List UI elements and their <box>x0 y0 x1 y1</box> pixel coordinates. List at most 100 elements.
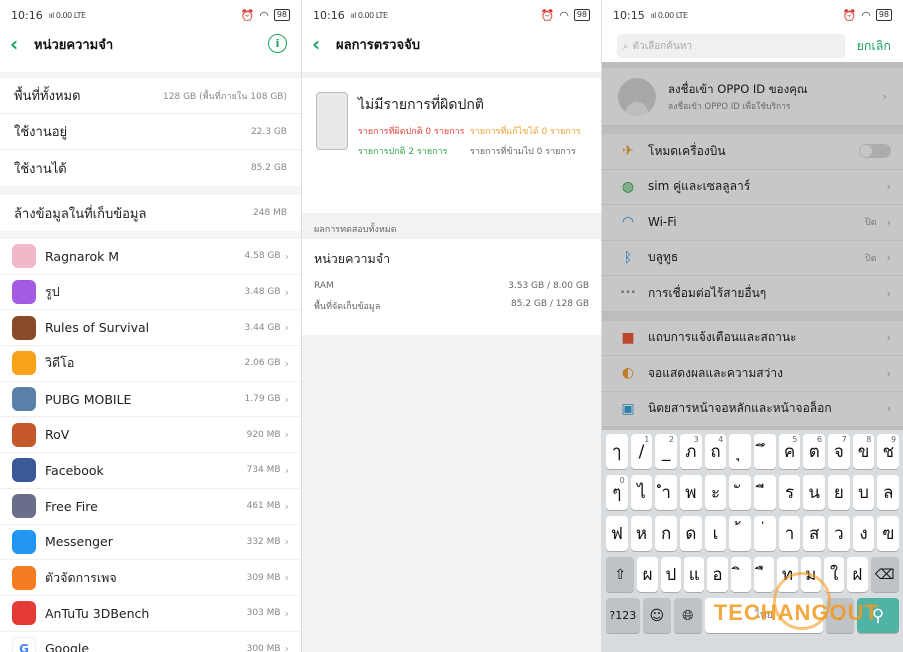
key[interactable]: _ 2 <box>655 434 678 469</box>
key[interactable]: ต6 <box>803 434 826 469</box>
page-title: หน่วยความจำ <box>34 37 114 53</box>
key[interactable]: ำ <box>655 475 678 510</box>
oppo-account-row[interactable]: ลงชื่อเข้า OPPO ID ของคุณ ลงชื่อเข้า OPP… <box>602 68 903 126</box>
key[interactable]: ค5 <box>778 434 801 469</box>
key[interactable]: ง <box>852 516 875 551</box>
app-row[interactable]: AnTuTu 3DBench 303 MB › <box>0 596 301 632</box>
key[interactable]: อ <box>707 557 728 592</box>
key[interactable]: ย <box>828 475 850 510</box>
app-icon <box>12 351 36 376</box>
key[interactable]: /1 <box>630 434 653 469</box>
key[interactable]: ด <box>680 516 702 551</box>
chevron-right-icon: › <box>284 499 289 513</box>
key[interactable]: ื <box>754 557 775 592</box>
key[interactable]: ฟ <box>606 516 628 551</box>
numbers-key[interactable]: ?123 <box>606 598 640 633</box>
key[interactable]: ๆ0 <box>606 475 628 510</box>
key[interactable]: ห <box>630 516 653 551</box>
key[interactable]: ฝ <box>847 557 868 592</box>
app-row[interactable]: Messenger 332 MB › <box>0 525 301 561</box>
storage-summary: พื้นที่ทั้งหมด 128 GB (พื้นที่ภายใน 108 … <box>0 78 301 186</box>
chevron-right-icon: › <box>886 402 891 416</box>
app-row[interactable]: PUBG MOBILE 1.79 GB › <box>0 382 301 418</box>
key[interactable]: ถ4 <box>704 434 727 469</box>
key[interactable]: แ <box>684 557 705 592</box>
key[interactable]: ึ <box>754 434 776 469</box>
key[interactable]: า <box>778 516 801 551</box>
app-name: Ragnarok M <box>45 248 120 264</box>
fixable-count: รายการที่แก้ไขได้ 0 รายการ <box>470 127 581 137</box>
settings-row[interactable]: ◍ sim คู่และเซลลูลาร์ › <box>602 170 903 205</box>
emoji-key[interactable]: ☺ <box>642 598 671 633</box>
settings-label: sim คู่และเซลลูลาร์ <box>648 179 751 194</box>
globe-key[interactable]: 🌐︎ <box>673 598 702 633</box>
key[interactable]: ภ3 <box>680 434 702 469</box>
key[interactable]: ี <box>754 475 776 510</box>
key-label: ก <box>661 524 672 544</box>
chevron-right-icon: › <box>284 535 289 549</box>
used-value: 22.3 GB <box>250 126 287 137</box>
app-row[interactable]: วิดีโอ 2.06 GB › <box>0 346 301 382</box>
key[interactable]: ไ <box>630 475 653 510</box>
app-row[interactable]: Free Fire 461 MB › <box>0 489 301 525</box>
search-placeholder: ตัวเลือกค้นหา <box>632 40 693 52</box>
app-row[interactable]: Facebook 734 MB › <box>0 453 301 489</box>
key[interactable]: ิ <box>730 557 751 592</box>
backspace-key[interactable]: ⌫ <box>870 557 899 592</box>
app-row[interactable]: Rules of Survival 3.44 GB › <box>0 310 301 347</box>
settings-label: แถบการแจ้งเตือนและสถานะ <box>648 330 797 345</box>
settings-row[interactable]: ✈ โหมดเครื่องบิน <box>602 134 903 170</box>
memory-result-card: หน่วยความจำ RAM 3.53 GB / 8.00 GB พื้นที… <box>302 239 601 335</box>
key[interactable]: ส <box>803 516 826 551</box>
key[interactable]: เ <box>704 516 727 551</box>
key[interactable]: น <box>803 475 826 510</box>
app-row[interactable]: Ragnarok M 4.58 GB › <box>0 239 301 275</box>
back-icon[interactable]: ‹ <box>10 34 32 54</box>
key[interactable]: ล <box>877 475 900 510</box>
search-input[interactable]: ⌕ ตัวเลือกค้นหา <box>617 34 845 58</box>
chevron-right-icon: › <box>886 366 891 380</box>
back-icon[interactable]: ‹ <box>312 34 334 54</box>
settings-row[interactable]: ▣ นิตยสารหน้าจอหลักและหน้าจอล็อก › <box>602 392 903 427</box>
app-row[interactable]: RoV 920 MB › <box>0 417 301 454</box>
abnormal-count: รายการที่ผิดปกติ 0 รายการ <box>358 127 465 137</box>
clean-storage-row[interactable]: ล้างข้อมูลในที่เก็บข้อมูล 248 MB <box>0 195 301 231</box>
key[interactable]: ้ <box>729 516 752 551</box>
key[interactable]: ก <box>655 516 678 551</box>
settings-row[interactable]: ■ แถบการแจ้งเตือนและสถานะ › <box>602 321 903 356</box>
key[interactable]: ฃ <box>877 516 900 551</box>
info-icon[interactable]: i <box>268 34 287 53</box>
key[interactable]: ข8 <box>852 434 875 469</box>
key[interactable]: จ7 <box>828 434 850 469</box>
key[interactable]: ว <box>828 516 850 551</box>
key[interactable]: ะ <box>704 475 727 510</box>
airplane-toggle[interactable] <box>859 144 891 159</box>
clock: 10:15 <box>613 8 645 22</box>
settings-row[interactable]: ◠ Wi-Fi ปิด › <box>602 205 903 241</box>
app-icon <box>12 529 36 554</box>
key-label: อ <box>712 565 723 585</box>
settings-row[interactable]: ••• การเชื่อมต่อไร้สายอื่นๆ › <box>602 276 903 312</box>
chevron-right-icon: › <box>284 428 289 442</box>
key[interactable]: ่ <box>754 516 776 551</box>
key[interactable]: ช9 <box>877 434 900 469</box>
key[interactable]: ๅ <box>606 434 628 469</box>
key[interactable]: ั <box>729 475 752 510</box>
chevron-right-icon: › <box>284 249 289 263</box>
app-row[interactable]: ตัวจัดการเพจ 309 MB › <box>0 560 301 596</box>
settings-value: ปิด <box>865 218 877 229</box>
app-row[interactable]: รูป 3.48 GB › <box>0 275 301 311</box>
key[interactable]: ุ <box>729 434 752 469</box>
app-row[interactable]: G Google 300 MB › <box>0 632 301 652</box>
key[interactable]: พ <box>680 475 702 510</box>
shift-key[interactable]: ⇧ <box>606 557 635 592</box>
settings-row[interactable]: ◐ จอแสดงผลและความสว่าง › <box>602 356 903 392</box>
key[interactable]: ร <box>778 475 801 510</box>
settings-label: จอแสดงผลและความสว่าง <box>648 365 783 380</box>
settings-row[interactable]: ᛒ บลูทูธ ปิด › <box>602 241 903 276</box>
storage-screen: 10:16 ııl 0.00 LTE ⏰ ◠ 98 ‹ หน่วยความจำ i พ… <box>0 0 301 652</box>
key[interactable]: ป <box>660 557 682 592</box>
cancel-button[interactable]: ยกเลิก <box>857 36 891 56</box>
key[interactable]: ผ <box>637 557 658 592</box>
key[interactable]: บ <box>852 475 875 510</box>
